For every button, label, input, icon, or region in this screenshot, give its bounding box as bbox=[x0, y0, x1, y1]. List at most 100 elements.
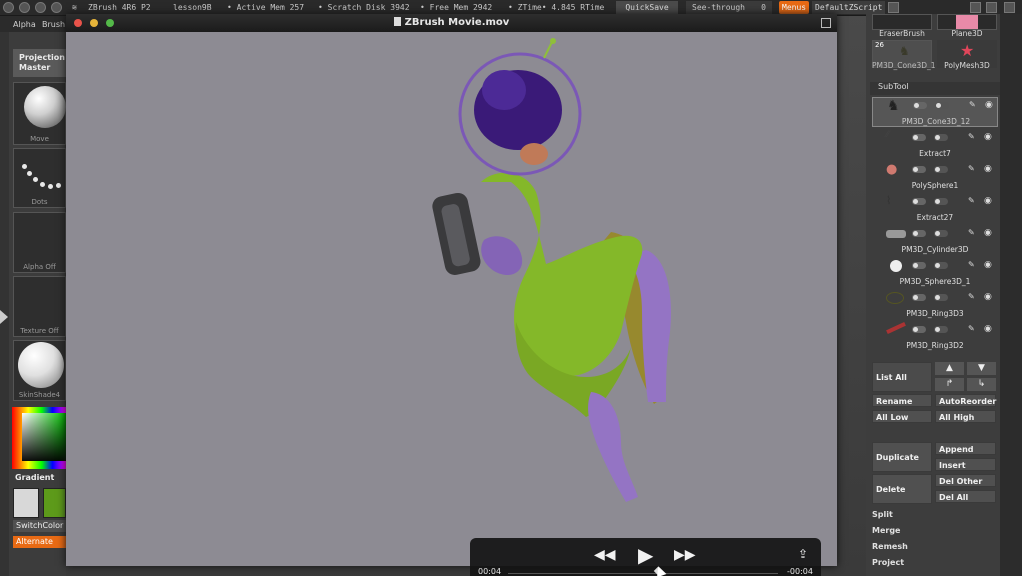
subtool-visibility-toggle[interactable] bbox=[913, 102, 927, 109]
subtool-toggle[interactable] bbox=[934, 294, 948, 301]
subtool-header[interactable]: SubTool bbox=[870, 82, 1000, 95]
insert-button[interactable]: Insert bbox=[935, 458, 996, 471]
subtool-toggle[interactable] bbox=[934, 166, 948, 173]
gradient-label[interactable]: Gradient bbox=[15, 473, 54, 482]
subtool-row[interactable]: ✎ ◉ PM3D_Ring3D2 bbox=[872, 321, 998, 354]
movie-player-window: ZBrush Movie.mov ◀◀ ▶ ▶▶ ⇪ 00:04 -00:04 bbox=[66, 14, 837, 576]
subtool-row[interactable]: ✎ ◉ PM3D_Cylinder3D bbox=[872, 226, 998, 258]
minimize-icon[interactable] bbox=[19, 2, 30, 13]
subtool-visibility-toggle[interactable] bbox=[912, 326, 926, 333]
stroke-tile-dots[interactable]: Dots bbox=[13, 148, 66, 208]
subtool-brush-icon[interactable]: ✎ bbox=[968, 260, 975, 269]
quicksave-button[interactable]: QuickSave bbox=[616, 1, 678, 14]
subtool-brush-icon[interactable]: ✎ bbox=[968, 164, 975, 173]
secondary-color-swatch[interactable] bbox=[43, 488, 66, 518]
fast-forward-icon[interactable]: ▶▶ bbox=[674, 547, 696, 563]
eye-icon[interactable]: ◉ bbox=[984, 228, 992, 238]
share-icon[interactable]: ⇪ bbox=[798, 547, 808, 561]
alternate-button[interactable]: Alternate bbox=[13, 536, 66, 548]
append-button[interactable]: Append bbox=[935, 442, 996, 455]
back-icon[interactable] bbox=[51, 2, 62, 13]
menus-button[interactable]: Menus bbox=[779, 1, 810, 14]
subtool-visibility-toggle[interactable] bbox=[912, 230, 926, 237]
fullscreen-icon[interactable] bbox=[821, 18, 831, 28]
project-section[interactable]: Project bbox=[872, 558, 904, 567]
auto-reorder-button[interactable]: AutoReorder bbox=[935, 394, 996, 407]
cone3d-figure-icon: ♞ bbox=[899, 44, 910, 58]
all-high-button[interactable]: All High bbox=[935, 410, 996, 423]
subtool-row[interactable]: ⌇ ✎ ◉ Extract27 bbox=[872, 194, 998, 226]
plane3d-thumb[interactable] bbox=[937, 14, 997, 30]
window-max-icon[interactable] bbox=[986, 2, 997, 13]
subtool-row[interactable]: ● ✎ ◉ PolySphere1 bbox=[872, 162, 998, 194]
subtool-thumb-icon bbox=[890, 260, 902, 272]
subtool-brush-icon[interactable]: ✎ bbox=[969, 100, 976, 109]
projection-master-button[interactable]: Projection Master bbox=[13, 49, 66, 77]
subtool-toggle[interactable] bbox=[934, 134, 948, 141]
brush-tile-move[interactable]: Move bbox=[13, 82, 66, 145]
merge-section[interactable]: Merge bbox=[872, 526, 900, 535]
eye-icon[interactable]: ◉ bbox=[984, 292, 992, 302]
delete-button[interactable]: Delete bbox=[872, 474, 932, 504]
subtool-brush-icon[interactable]: ✎ bbox=[968, 292, 975, 301]
subtool-toggle[interactable] bbox=[934, 198, 948, 205]
subtool-visibility-toggle[interactable] bbox=[912, 294, 926, 301]
subtool-row[interactable]: ⁄⁄ ✎ ◉ Extract7 bbox=[872, 130, 998, 162]
duplicate-button[interactable]: Duplicate bbox=[872, 442, 932, 472]
color-picker-field[interactable] bbox=[22, 413, 66, 461]
scrub-bar[interactable] bbox=[508, 573, 778, 574]
subtool-row[interactable]: ✎ ◉ PM3D_Ring3D3 bbox=[872, 290, 998, 322]
list-all-button[interactable]: List All bbox=[872, 362, 932, 392]
rewind-icon[interactable]: ◀◀ bbox=[594, 547, 616, 563]
subtool-visibility-toggle[interactable] bbox=[912, 262, 926, 269]
subtool-brush-icon[interactable]: ✎ bbox=[968, 196, 975, 205]
move-up-icon[interactable]: ▲ bbox=[935, 362, 964, 375]
eye-icon[interactable]: ◉ bbox=[984, 324, 992, 334]
split-section[interactable]: Split bbox=[872, 510, 893, 519]
rename-button[interactable]: Rename bbox=[872, 394, 932, 407]
subtool-brush-icon[interactable]: ✎ bbox=[968, 228, 975, 237]
window-min-icon[interactable] bbox=[970, 2, 981, 13]
del-other-button[interactable]: Del Other bbox=[935, 474, 996, 487]
subtool-toggle[interactable] bbox=[934, 230, 948, 237]
see-through-slider[interactable]: See-through 0 bbox=[686, 1, 772, 14]
eye-icon[interactable]: ◉ bbox=[984, 196, 992, 206]
eye-icon[interactable]: ◉ bbox=[984, 132, 992, 142]
window-close-icon[interactable] bbox=[1004, 2, 1015, 13]
eye-icon[interactable]: ◉ bbox=[984, 164, 992, 174]
restore-icon[interactable] bbox=[35, 2, 46, 13]
subtool-visibility-toggle[interactable] bbox=[912, 134, 926, 141]
all-low-button[interactable]: All Low bbox=[872, 410, 932, 423]
color-picker[interactable] bbox=[12, 407, 66, 469]
eye-icon[interactable]: ◉ bbox=[984, 260, 992, 270]
move-down-over-icon[interactable]: ↳ bbox=[967, 378, 996, 391]
main-color-swatch[interactable] bbox=[13, 488, 39, 518]
move-up-over-icon[interactable]: ↱ bbox=[935, 378, 964, 391]
subtool-row[interactable]: ✎ ◉ PM3D_Sphere3D_1 bbox=[872, 258, 998, 290]
del-all-button[interactable]: Del All bbox=[935, 490, 996, 503]
subtool-toggle[interactable] bbox=[934, 262, 948, 269]
menu-brush[interactable]: Brush bbox=[42, 20, 65, 29]
subtool-brush-icon[interactable]: ✎ bbox=[968, 132, 975, 141]
remesh-section[interactable]: Remesh bbox=[872, 542, 908, 551]
play-icon[interactable]: ▶ bbox=[638, 543, 653, 567]
eraser-brush-thumb[interactable] bbox=[872, 14, 932, 30]
right-panel-scrollbar[interactable] bbox=[1000, 14, 1022, 576]
material-tile[interactable]: SkinShade4 bbox=[13, 340, 66, 401]
subtool-visibility-toggle[interactable] bbox=[912, 166, 926, 173]
eye-icon[interactable]: ◉ bbox=[985, 100, 993, 110]
subtool-brush-icon[interactable]: ✎ bbox=[968, 324, 975, 333]
help-icon[interactable] bbox=[888, 2, 899, 13]
subtool-toggle[interactable] bbox=[935, 102, 949, 109]
subtool-row[interactable]: ♞ ✎ ◉ PM3D_Cone3D_12 bbox=[872, 97, 998, 127]
subtool-visibility-toggle[interactable] bbox=[912, 198, 926, 205]
texture-tile[interactable]: Texture Off bbox=[13, 276, 66, 337]
menu-alpha[interactable]: Alpha bbox=[13, 20, 36, 29]
default-zscript-button[interactable]: DefaultZScript bbox=[812, 1, 886, 14]
switch-color-button[interactable]: SwitchColor bbox=[13, 520, 66, 532]
subtool-toggle[interactable] bbox=[934, 326, 948, 333]
eraser-brush-label: EraserBrush bbox=[879, 29, 925, 38]
alpha-tile[interactable]: Alpha Off bbox=[13, 212, 66, 273]
close-icon[interactable] bbox=[3, 2, 14, 13]
move-down-icon[interactable]: ▼ bbox=[967, 362, 996, 375]
